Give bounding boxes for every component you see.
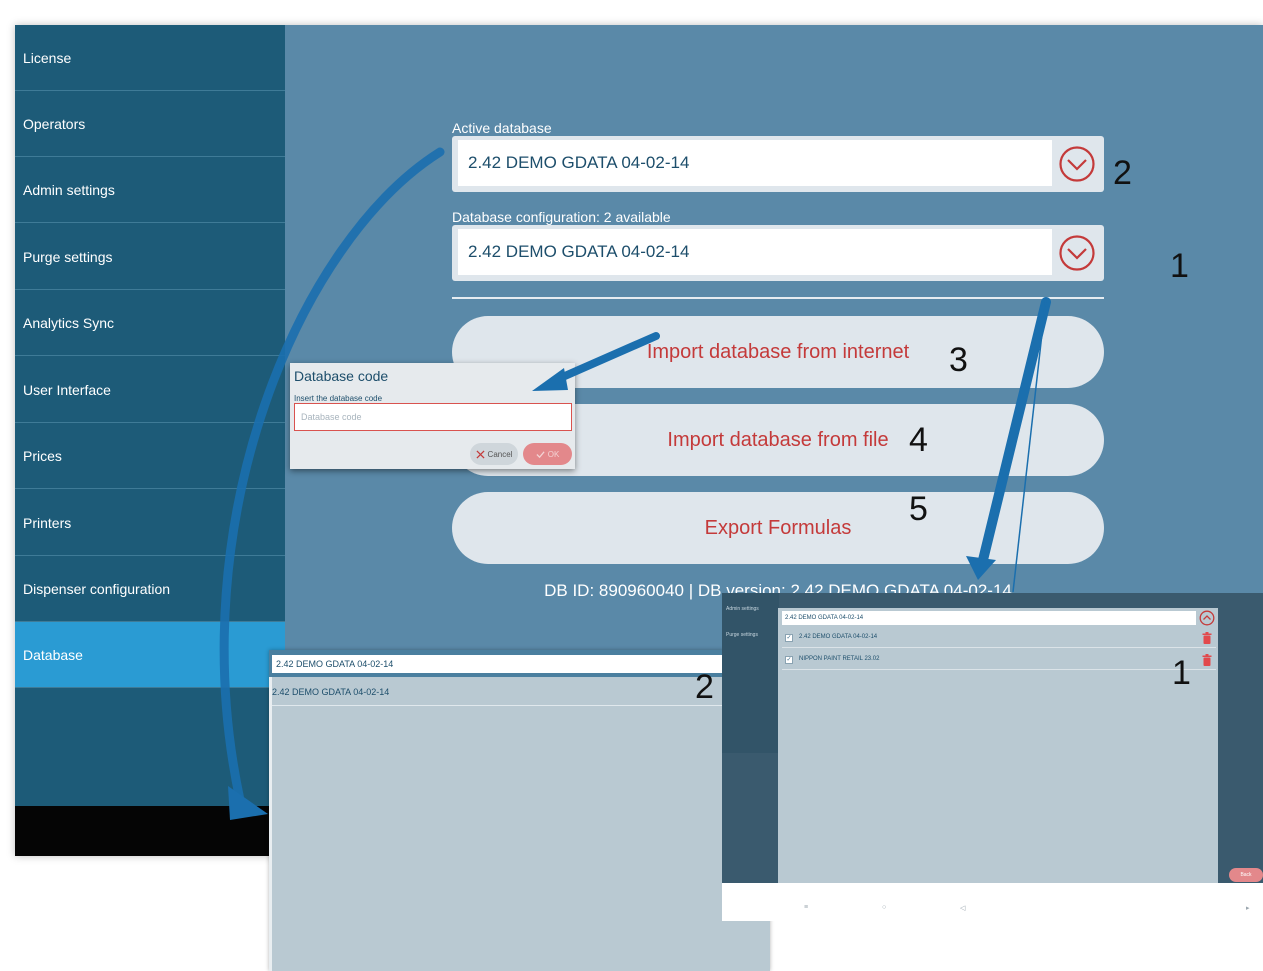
dropdown-option[interactable]: 2.42 DEMO GDATA 04-02-14	[272, 684, 765, 706]
sidebar-item-operators[interactable]: Operators	[15, 91, 285, 157]
checkbox[interactable]: ✓	[785, 634, 793, 642]
back-button[interactable]: Back	[1229, 868, 1263, 882]
database-configuration-value: 2.42 DEMO GDATA 04-02-14	[458, 229, 1052, 275]
back-nav-icon[interactable]: ◁	[960, 904, 965, 912]
home-icon[interactable]: ○	[882, 904, 886, 911]
database-configuration-select[interactable]: 2.42 DEMO GDATA 04-02-14	[452, 225, 1104, 281]
sidebar-item-database[interactable]: Database	[15, 622, 285, 688]
active-database-value: 2.42 DEMO GDATA 04-02-14	[458, 140, 1052, 186]
sidebar-item-label: Printers	[23, 514, 72, 531]
ok-button[interactable]: OK	[523, 443, 572, 465]
database-configuration-dropdown-screenshot: Admin settings Purge settings 2.42 DEMO …	[722, 593, 1263, 921]
sidebar-item-label: Prices	[23, 447, 62, 464]
dialog-subtitle: Insert the database code	[294, 394, 383, 403]
system-navigation-bar	[15, 806, 285, 856]
annotation-number-1: 1	[1170, 247, 1189, 285]
sidebar-item-label: Database	[23, 646, 83, 663]
active-database-select[interactable]: 2.42 DEMO GDATA 04-02-14	[452, 136, 1104, 192]
sidebar-item-user-interface[interactable]: User Interface	[15, 357, 285, 423]
database-code-input[interactable]	[294, 403, 572, 431]
option-label: 2.42 DEMO GDATA 04-02-14	[799, 634, 878, 640]
option-label: NIPPON PAINT RETAIL 23.02	[799, 656, 880, 662]
database-code-dialog: Database code Insert the database code C…	[290, 363, 575, 469]
cancel-button[interactable]: Cancel	[470, 443, 518, 465]
sidebar-item-printers[interactable]: Printers	[15, 490, 285, 556]
sidebar-item-prices[interactable]: Prices	[15, 423, 285, 489]
export-formulas-button[interactable]: Export Formulas	[452, 492, 1104, 564]
checkbox[interactable]: ✓	[785, 656, 793, 664]
sidebar-item-license[interactable]: License	[15, 25, 285, 91]
sidebar: License Operators Admin settings Purge s…	[15, 25, 285, 806]
more-icon[interactable]: ▸	[1246, 904, 1250, 912]
option-label: 2.42 DEMO GDATA 04-02-14	[272, 687, 390, 697]
dialog-title: Database code	[294, 368, 389, 384]
sidebar-item-purge-settings[interactable]: Purge settings	[726, 632, 758, 638]
divider	[452, 297, 1104, 299]
sidebar-item-label: Operators	[23, 115, 86, 132]
annotation-number-3: 3	[949, 341, 968, 379]
dropdown-selected-value[interactable]: 2.42 DEMO GDATA 04-02-14	[272, 655, 742, 673]
dropdown-option[interactable]: ✓ 2.42 DEMO GDATA 04-02-14	[782, 628, 1216, 648]
dropdown-option[interactable]: ✓ NIPPON PAINT RETAIL 23.02	[782, 650, 1216, 670]
back-label: Back	[1240, 872, 1252, 878]
annotation-number-2: 2	[695, 668, 714, 706]
sidebar-item-purge-settings[interactable]: Purge settings	[15, 224, 285, 290]
trash-icon[interactable]	[1202, 632, 1212, 644]
cancel-label: Cancel	[487, 449, 513, 459]
sidebar-item-label: User Interface	[23, 381, 111, 398]
close-icon	[476, 449, 485, 459]
sidebar-item-label: License	[23, 49, 72, 66]
sidebar-item-label: Dispenser configuration	[23, 580, 171, 597]
mini-sidebar: Admin settings Purge settings	[722, 593, 779, 753]
sidebar-item-analytics-sync[interactable]: Analytics Sync	[15, 290, 285, 356]
active-database-label: Active database	[452, 120, 552, 136]
chevron-down-icon[interactable]	[1058, 145, 1096, 183]
menu-icon[interactable]: ≡	[804, 904, 808, 911]
check-icon	[536, 450, 545, 458]
dropdown-selected-value[interactable]: 2.42 DEMO GDATA 04-02-14	[782, 611, 1196, 625]
annotation-number-1: 1	[1172, 654, 1191, 692]
annotation-number-4: 4	[909, 421, 928, 459]
annotation-number-2: 2	[1113, 154, 1132, 192]
chevron-up-icon[interactable]	[1199, 610, 1215, 626]
panel-edge	[269, 677, 272, 971]
system-navigation-bar	[722, 883, 1263, 921]
ok-label: OK	[547, 449, 560, 459]
trash-icon[interactable]	[1202, 654, 1212, 666]
sidebar-item-admin-settings[interactable]: Admin settings	[726, 606, 759, 612]
sidebar-item-label: Purge settings	[23, 248, 113, 265]
annotation-number-5: 5	[909, 490, 928, 528]
database-configuration-label: Database configuration: 2 available	[452, 209, 671, 225]
sidebar-item-label: Analytics Sync	[23, 314, 115, 331]
chevron-down-icon[interactable]	[1058, 234, 1096, 272]
sidebar-item-admin-settings[interactable]: Admin settings	[15, 157, 285, 223]
sidebar-item-dispenser-configuration[interactable]: Dispenser configuration	[15, 556, 285, 622]
sidebar-item-label: Admin settings	[23, 181, 115, 198]
